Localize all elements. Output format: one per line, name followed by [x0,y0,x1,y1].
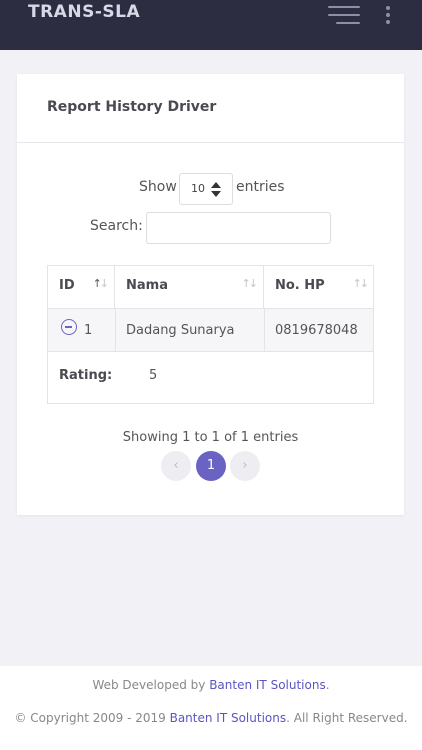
footer-credit-suffix: . [325,678,330,692]
entries-label: entries [236,179,285,195]
cell-nama: Dadang Sunarya [126,323,235,338]
card-title: Report History Driver [47,99,217,115]
divider [264,309,265,351]
previous-page-button[interactable]: ‹ [161,451,191,481]
column-header-no-hp[interactable]: No. HP ↑↓ [264,266,374,308]
copyright-link[interactable]: Banten IT Solutions [170,711,287,725]
sort-icon: ↑↓ [92,277,110,290]
divider [17,142,404,143]
divider [115,309,116,351]
footer-credit-prefix: Web Developed by [92,678,210,692]
footer: Web Developed by Banten IT Solutions. © … [0,666,422,750]
column-label: ID [59,278,75,293]
column-header-nama[interactable]: Nama ↑↓ [115,266,264,308]
cell-no-hp: 0819678048 [275,323,358,338]
next-page-button[interactable]: › [230,451,260,481]
search-label: Search: [90,218,143,234]
copyright-prefix: © Copyright 2009 - 2019 [14,711,170,725]
data-table: ID ↑↓ Nama ↑↓ No. HP ↑↓ 1 Dadang Sunarya… [47,265,374,404]
copyright-suffix: . All Right Reserved. [286,711,408,725]
sort-icon: ↑↓ [241,277,259,290]
select-arrows-icon [211,182,221,198]
footer-credit: Web Developed by Banten IT Solutions. [0,678,422,692]
hamburger-menu-icon[interactable] [322,4,360,26]
entries-per-page-select[interactable]: 10 [179,173,233,205]
column-label: No. HP [275,278,325,293]
footer-copyright: © Copyright 2009 - 2019 Banten IT Soluti… [0,711,422,725]
column-header-id[interactable]: ID ↑↓ [48,266,115,308]
show-label: Show [139,179,177,195]
divider [48,351,373,352]
report-card: Report History Driver Show 10 entries Se… [17,74,404,515]
table-info: Showing 1 to 1 of 1 entries [122,430,299,445]
entries-per-page-value: 10 [191,182,205,195]
table-row[interactable]: 1 Dadang Sunarya 0819678048 [48,309,373,351]
page-1-button[interactable]: 1 [196,451,226,481]
search-input[interactable] [146,212,331,244]
sort-icon: ↑↓ [352,277,370,290]
developer-link[interactable]: Banten IT Solutions [209,678,326,692]
column-label: Nama [126,278,168,293]
top-navbar: TRANS-SLA [0,0,422,50]
more-options-icon[interactable] [382,6,394,26]
rating-value: 5 [149,368,158,383]
rating-label: Rating: [59,368,113,383]
cell-id: 1 [84,323,93,338]
collapse-row-icon[interactable] [61,319,77,335]
app-logo[interactable]: TRANS-SLA [28,2,140,22]
